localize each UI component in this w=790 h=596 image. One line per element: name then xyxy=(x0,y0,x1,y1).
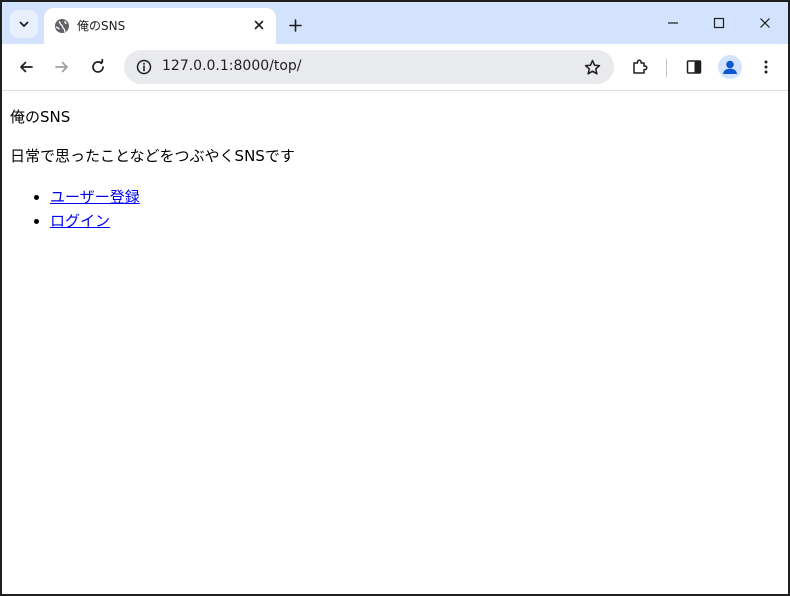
url-text[interactable]: 127.0.0.1:8000/top/ xyxy=(162,58,302,74)
chevron-down-icon xyxy=(19,21,29,27)
arrow-right-icon xyxy=(55,61,68,73)
bookmark-button[interactable] xyxy=(580,55,604,79)
browser-menu-button[interactable] xyxy=(752,53,780,81)
maximize-icon xyxy=(713,17,725,29)
page-content: 俺のSNS 日常で思ったことなどをつぶやくSNSです ユーザー登録 ログイン xyxy=(2,91,788,233)
close-icon xyxy=(760,18,770,28)
close-tab-button[interactable] xyxy=(250,16,268,34)
globe-icon xyxy=(55,19,69,33)
reload-button[interactable] xyxy=(84,53,112,81)
toolbar-separator xyxy=(666,59,667,77)
list-item: ログイン xyxy=(50,209,780,233)
maximize-button[interactable] xyxy=(705,10,733,36)
arrow-left-icon xyxy=(20,61,33,73)
side-panel-button[interactable] xyxy=(680,53,708,81)
profile-button[interactable] xyxy=(718,55,742,79)
login-link[interactable]: ログイン xyxy=(50,212,110,230)
close-icon xyxy=(254,20,264,30)
plus-icon xyxy=(288,18,302,32)
side-panel-icon xyxy=(686,60,702,74)
kebab-menu-icon xyxy=(764,60,768,74)
tab-search-button[interactable] xyxy=(10,10,38,38)
site-info-button[interactable] xyxy=(132,55,156,79)
forward-button[interactable] xyxy=(48,53,76,81)
page-viewport: 俺のSNS 日常で思ったことなどをつぶやくSNSです ユーザー登録 ログイン xyxy=(2,91,788,594)
extensions-button[interactable] xyxy=(626,53,654,81)
nav-link-list: ユーザー登録 ログイン xyxy=(10,185,780,233)
person-icon xyxy=(723,60,737,74)
back-button[interactable] xyxy=(12,53,40,81)
browser-window: 俺のSNS 127.0.0.1:8000/top/ 俺のSNS 日常で思ったこと… xyxy=(0,0,790,596)
close-window-button[interactable] xyxy=(751,10,779,36)
tab-active[interactable]: 俺のSNS xyxy=(44,8,276,44)
tab-title: 俺のSNS xyxy=(77,19,126,33)
address-bar[interactable]: 127.0.0.1:8000/top/ xyxy=(124,50,614,84)
reload-icon xyxy=(92,59,104,73)
page-title: 俺のSNS xyxy=(10,108,71,126)
star-icon xyxy=(584,59,600,75)
info-icon xyxy=(136,59,152,75)
new-tab-button[interactable] xyxy=(284,14,306,36)
minimize-button[interactable] xyxy=(659,10,687,36)
puzzle-icon xyxy=(633,59,648,74)
list-item: ユーザー登録 xyxy=(50,185,780,209)
register-link[interactable]: ユーザー登録 xyxy=(50,188,140,206)
tab-strip: 俺のSNS xyxy=(2,2,788,44)
page-description: 日常で思ったことなどをつぶやくSNSです xyxy=(10,147,295,165)
browser-toolbar: 127.0.0.1:8000/top/ xyxy=(2,44,788,91)
minimize-icon xyxy=(668,22,678,24)
